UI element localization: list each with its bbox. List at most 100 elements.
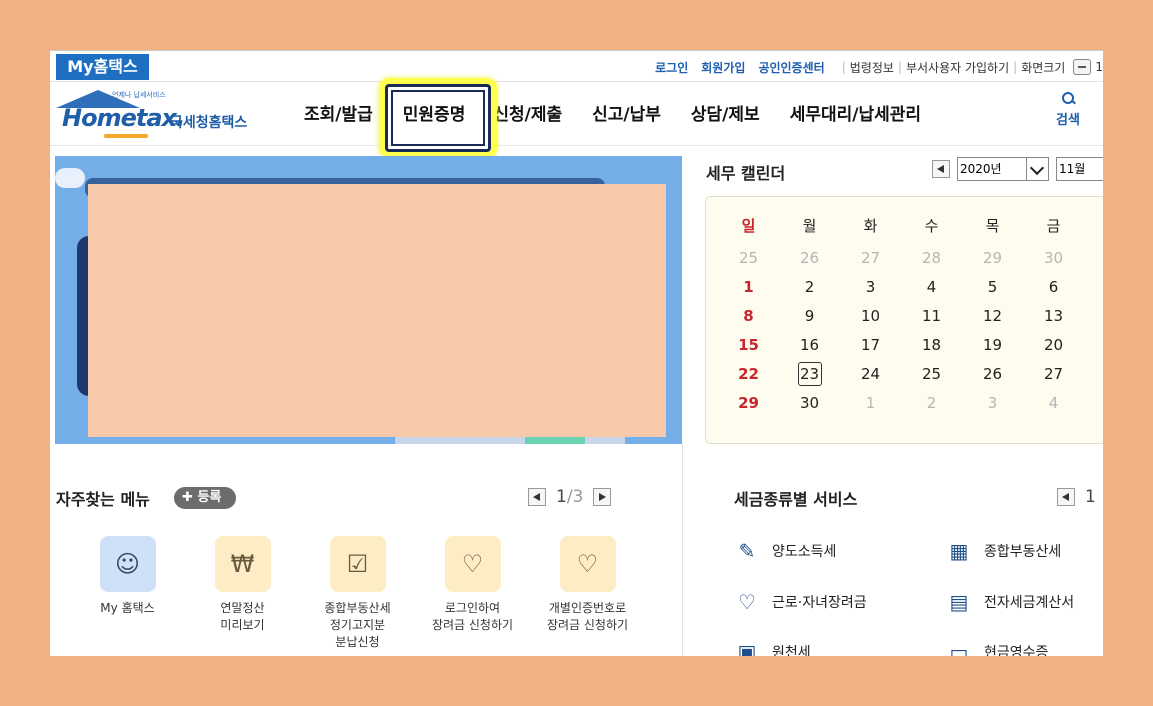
calendar-day[interactable]: 13	[1023, 302, 1084, 331]
calendar-day[interactable]: 1	[840, 389, 901, 418]
hometax-logo[interactable]: 언제나 납세서비스 Hometax. 국세청홈택스	[54, 88, 264, 140]
calendar-day[interactable]: 25	[901, 360, 962, 389]
calendar-day[interactable]: 2	[901, 389, 962, 418]
main-header: 언제나 납세서비스 Hometax. 국세청홈택스 조회/발급 민원증명 신청/…	[50, 78, 1103, 158]
column-divider	[682, 444, 683, 656]
screen-size-label: 화면크기	[1021, 60, 1066, 75]
add-favorite-button[interactable]: ✚ 등록	[174, 487, 236, 509]
nav-apply-submit[interactable]: 신청/제출	[493, 82, 562, 146]
highlight-box	[378, 78, 497, 158]
year-value: 2020년	[960, 162, 1002, 176]
favorite-item-my-hometax[interactable]: ☺ My 홈택스	[70, 536, 185, 651]
year-select[interactable]: 2020년	[957, 157, 1049, 181]
calendar-day[interactable]: 29	[718, 389, 779, 418]
calendar-day[interactable]: 20	[1023, 331, 1084, 360]
weekday-header: 화	[863, 217, 878, 235]
service-cash-receipt[interactable]: ▭ 현금영수증	[946, 639, 1049, 656]
calendar-day[interactable]: 3	[962, 389, 1023, 418]
calendar-day[interactable]: 25	[718, 244, 779, 273]
register-label: 등록	[197, 490, 222, 505]
calendar-day[interactable]: 9	[779, 302, 840, 331]
search-icon	[1061, 92, 1075, 105]
nav-tax-agent[interactable]: 세무대리/납세관리	[790, 82, 921, 146]
nav-report-pay[interactable]: 신고/납부	[592, 82, 661, 146]
nav-inquiry-issue[interactable]: 조회/발급	[304, 82, 373, 146]
favorite-item-property-tax-installment[interactable]: ☑ 종합부동산세 정기고지분 분납신청	[300, 536, 415, 651]
logo-swoosh-icon	[104, 134, 148, 138]
calendar-day[interactable]: 18	[901, 331, 962, 360]
tax-services-pager: 1	[1057, 487, 1103, 507]
calendar-day[interactable]: 8	[718, 302, 779, 331]
calendar-day[interactable]: 11	[901, 302, 962, 331]
service-label: 종합부동산세	[984, 544, 1062, 560]
dept-user-signup-link[interactable]: 부서사용자 가입하기	[906, 59, 1009, 76]
calendar-grid: 일 월 화 수 목 금 25 26 27 28 29 30 1 2 3 4 5 …	[718, 215, 1084, 418]
logo-wordmark: Hometax.	[62, 104, 185, 132]
my-hometax-tab[interactable]: My홈택스	[56, 54, 149, 80]
divider: |	[1013, 60, 1018, 74]
cert-center-link[interactable]: 공인인증센터	[758, 59, 824, 76]
signup-link[interactable]: 회원가입	[701, 59, 745, 76]
favorites-prev-button[interactable]	[528, 488, 546, 506]
law-info-link[interactable]: 법령정보	[850, 59, 894, 76]
login-link[interactable]: 로그인	[655, 59, 688, 76]
calendar-day[interactable]: 4	[901, 273, 962, 302]
calendar-day[interactable]: 30	[1023, 244, 1084, 273]
calendar-day[interactable]: 2	[779, 273, 840, 302]
weekday-header: 수	[924, 217, 939, 235]
calendar-day[interactable]: 3	[840, 273, 901, 302]
favorite-item-pin-incentive[interactable]: ♡ 개별인증번호로 장려금 신청하기	[530, 536, 645, 651]
month-value: 11월	[1059, 162, 1086, 176]
service-label: 원천세	[772, 645, 811, 656]
calendar-day[interactable]: 22	[718, 360, 779, 389]
calendar-day[interactable]: 24	[840, 360, 901, 389]
calendar-day-today[interactable]: 23	[779, 360, 840, 389]
redaction-overlay	[88, 184, 666, 437]
document-pen-icon: ✎	[738, 539, 756, 563]
favorite-item-login-incentive[interactable]: ♡ 로그인하여 장려금 신청하기	[415, 536, 530, 651]
calendar-day[interactable]: 17	[840, 331, 901, 360]
calendar-day[interactable]: 28	[901, 244, 962, 273]
logo-subtitle: 언제나 납세서비스	[112, 91, 166, 99]
favorite-label: 종합부동산세	[324, 601, 391, 615]
service-e-tax-invoice[interactable]: ▤ 전자세금계산서	[946, 589, 1075, 615]
favorite-item-year-end-preview[interactable]: ₩ 연말정산 미리보기	[185, 536, 300, 651]
calendar-day[interactable]: 16	[779, 331, 840, 360]
zoom-out-button[interactable]	[1073, 59, 1092, 75]
calendar-day[interactable]: 30	[779, 389, 840, 418]
calendar-day[interactable]: 29	[962, 244, 1023, 273]
calendar-day[interactable]: 6	[1023, 273, 1084, 302]
calendar-day[interactable]: 1	[718, 273, 779, 302]
tax-calendar: 일 월 화 수 목 금 25 26 27 28 29 30 1 2 3 4 5 …	[705, 196, 1103, 444]
building-icon: ▦	[949, 539, 969, 563]
search-button[interactable]: 검색	[1051, 92, 1085, 128]
calendar-day[interactable]: 5	[962, 273, 1023, 302]
favorite-label: 개별인증번호로	[548, 601, 627, 615]
money-bag-icon: ₩	[214, 536, 271, 592]
calendar-day[interactable]: 26	[779, 244, 840, 273]
service-withholding-tax[interactable]: ▣ 원천세	[734, 639, 811, 656]
calendar-day[interactable]: 4	[1023, 389, 1084, 418]
calendar-prev-button[interactable]	[932, 160, 950, 178]
calendar-day[interactable]: 12	[962, 302, 1023, 331]
month-select[interactable]: 11월	[1056, 157, 1103, 181]
favorites-next-button[interactable]	[593, 488, 612, 506]
plus-icon: ✚	[182, 490, 193, 505]
nav-consult-report[interactable]: 상담/제보	[691, 82, 760, 146]
tax-services-prev-button[interactable]	[1057, 488, 1075, 506]
service-earned-income-incentive[interactable]: ♡ 근로·자녀장려금	[734, 589, 867, 615]
service-comprehensive-property-tax[interactable]: ▦ 종합부동산세	[946, 538, 1062, 564]
nav-civil-certificate[interactable]: 민원증명	[378, 78, 497, 158]
service-capital-gains-tax[interactable]: ✎ 양도소득세	[734, 538, 837, 564]
receipt-icon: ▭	[949, 640, 969, 656]
calendar-day[interactable]: 19	[962, 331, 1023, 360]
service-label: 현금영수증	[984, 645, 1049, 656]
calendar-day[interactable]: 27	[840, 244, 901, 273]
tax-services-page-indicator: 1	[1085, 487, 1096, 507]
calendar-day[interactable]: 26	[962, 360, 1023, 389]
calendar-day[interactable]: 15	[718, 331, 779, 360]
favorite-label: My 홈택스	[100, 601, 155, 615]
chevron-down-icon	[1026, 158, 1048, 180]
calendar-day[interactable]: 10	[840, 302, 901, 331]
calendar-day[interactable]: 27	[1023, 360, 1084, 389]
